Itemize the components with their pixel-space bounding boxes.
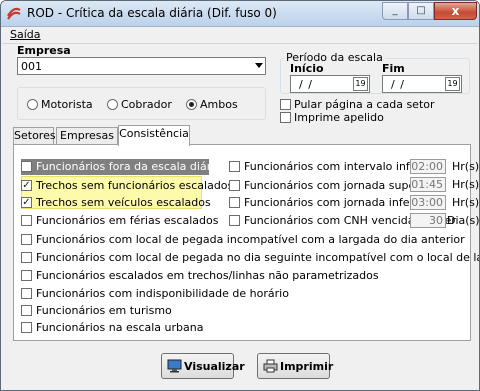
close-button[interactable]: x: [434, 2, 477, 20]
intervalo-input[interactable]: 02:00: [410, 159, 446, 174]
maximize-button[interactable]: □: [408, 2, 434, 20]
menu-saida[interactable]: Saída: [10, 28, 41, 41]
calendar-icon[interactable]: 19: [445, 77, 460, 91]
empresa-combo[interactable]: 001: [17, 57, 266, 75]
minimize-button[interactable]: _: [382, 2, 408, 20]
radio-ambos-label: Ambos: [200, 98, 238, 111]
jornada-superior-input[interactable]: 01:45: [410, 177, 446, 192]
radio-motorista-label: Motorista: [41, 98, 93, 111]
cnh-days-input[interactable]: 30: [410, 213, 446, 228]
consistencia-panel: Funcionários fora da escala diária ✓ Tre…: [13, 144, 479, 341]
checkbox-turismo[interactable]: [21, 305, 32, 316]
calendar-icon[interactable]: 19: [353, 77, 368, 91]
checkbox-trechos-sem-veiculos[interactable]: ✓: [21, 197, 32, 208]
window-title: ROD - Crítica da escala diária (Dif. fus…: [27, 6, 277, 20]
inicio-label: Início: [290, 62, 324, 75]
cnh-days-unit: Dia(s): [447, 214, 480, 227]
jornada-inferior-input[interactable]: 03:00: [410, 195, 446, 210]
checkbox-imprime-apelido[interactable]: [280, 112, 291, 123]
jornada-inferior-unit: Hr(s): [452, 196, 480, 209]
imprimir-button[interactable]: Imprimir: [257, 353, 333, 379]
fim-date-field[interactable]: / / 19: [382, 75, 462, 93]
inicio-date-field[interactable]: / / 19: [290, 75, 370, 93]
checkbox-pegada-seguinte[interactable]: [21, 252, 32, 263]
monitor-icon: [167, 359, 182, 373]
radio-cobrador[interactable]: [107, 99, 118, 110]
checkbox-pular-pagina[interactable]: [280, 99, 291, 110]
checkbox-intervalo[interactable]: [229, 161, 240, 172]
checkbox-cnh[interactable]: [229, 215, 240, 226]
checkbox-fora-escala[interactable]: [21, 161, 32, 172]
radio-motorista[interactable]: [27, 99, 38, 110]
checkbox-ferias[interactable]: [21, 215, 32, 226]
checkbox-trechos-sem-funcionarios[interactable]: ✓: [21, 180, 32, 191]
visualizar-button[interactable]: Visualizar: [161, 353, 245, 379]
radio-cobrador-label: Cobrador: [121, 98, 172, 111]
menu-bar: Saída: [2, 27, 478, 44]
jornada-superior-unit: Hr(s): [452, 178, 480, 191]
printer-icon: [263, 359, 278, 373]
radio-ambos[interactable]: [186, 99, 197, 110]
empresa-label: Empresa: [17, 44, 71, 57]
checkbox-nao-parametrizados[interactable]: [21, 270, 32, 281]
checkbox-jornada-superior[interactable]: [229, 180, 240, 191]
empresa-value: 001: [21, 60, 42, 73]
tab-consistencia[interactable]: Consistência: [118, 125, 190, 146]
chevron-down-icon[interactable]: [255, 63, 263, 68]
title-bar: ROD - Crítica da escala diária (Dif. fus…: [1, 1, 479, 27]
checkbox-indisponibilidade[interactable]: [21, 288, 32, 299]
fim-label: Fim: [382, 62, 405, 75]
pular-pagina-label: Pular página a cada setor: [294, 98, 435, 111]
imprime-apelido-label: Imprime apelido: [294, 111, 384, 124]
checkbox-jornada-inferior[interactable]: [229, 197, 240, 208]
check-row-fora-escala[interactable]: Funcionários fora da escala diária: [21, 159, 221, 175]
checkbox-pegada-anterior[interactable]: [21, 234, 32, 245]
tab-setores[interactable]: Setores: [13, 127, 56, 145]
tab-empresas[interactable]: Empresas: [56, 127, 118, 145]
main-window: ROD - Crítica da escala diária (Dif. fus…: [0, 0, 480, 391]
intervalo-unit: Hr(s): [452, 160, 480, 173]
app-logo-icon: [7, 7, 21, 20]
checkbox-escala-urbana[interactable]: [21, 322, 32, 333]
